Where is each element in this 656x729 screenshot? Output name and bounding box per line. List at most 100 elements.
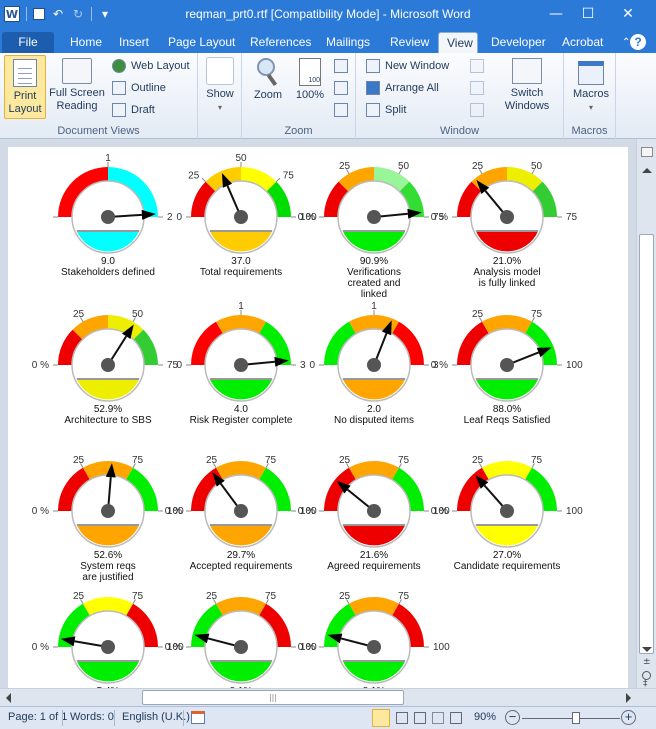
gauge-value: 21.6% [359,550,389,561]
group-zoom: Zoom 100 100% Zoom [242,53,356,139]
gauge: 0 %25751008.1% [298,579,450,688]
print-layout-icon [13,59,37,87]
gauge: 0 %25751008.1% [165,579,317,688]
maximize-button[interactable]: ☐ [568,0,608,29]
gauge-label: Total requirements [199,267,283,278]
gauge-tick-label: 75 [531,309,543,320]
print-layout-button[interactable]: Print Layout [4,55,46,119]
zoom-button[interactable]: Zoom [250,58,286,102]
tab-review[interactable]: Review [382,32,437,53]
arrange-all-button[interactable]: Arrange All [366,79,439,97]
print-layout-view-icon[interactable] [372,709,390,727]
tab-home[interactable]: Home [62,32,110,53]
show-label: Show [206,88,234,100]
full-screen-view-icon[interactable] [396,712,408,724]
full-screen-reading-label: Full Screen Reading [49,87,105,112]
gauge-value: 90.9% [359,256,389,267]
two-pages-icon [334,81,348,95]
zoom-100-button[interactable]: 100 100% [292,58,328,102]
horizontal-scroll-thumb[interactable]: ||| [142,690,404,705]
zoom-out-button[interactable]: − [505,710,520,725]
view-side-by-side-button[interactable] [470,57,484,75]
gauge-tick [201,177,206,182]
vertical-scroll-thumb[interactable] [639,234,654,654]
tab-file[interactable]: File [2,32,54,53]
gauge-label: Leaf Reqs Satisfied [463,415,551,426]
show-button[interactable]: Show ▾ [204,57,236,114]
ruler-toggle-icon[interactable] [641,147,653,157]
tab-references[interactable]: References [242,32,319,53]
help-icon[interactable]: ? [630,34,646,50]
gauge-tick-label: 75 [132,591,144,602]
reset-window-position-button[interactable] [470,101,484,119]
new-window-button[interactable]: New Window [366,57,449,75]
gauge-chart: 12 [53,153,173,254]
gauge-label: Verifications created and linked [347,267,401,300]
gauge-tick-label: 100 [433,642,450,653]
web-layout-button[interactable]: Web Layout [112,57,190,75]
gauge-hub [101,640,115,654]
gauge-hub [500,210,514,224]
gauge-chart: 0 %25 75100 [32,591,184,684]
macros-button[interactable]: Macros ▾ [570,61,612,114]
web-layout-view-icon[interactable] [414,712,426,724]
draft-button[interactable]: Draft [112,101,155,119]
magnifier-icon [257,58,279,87]
group-label: Document Views [57,125,140,137]
gauge: 0 25 50 75 100 37.0 Total requirements [171,149,317,299]
gauge-tick-label: 0 % [165,642,182,653]
gauge-hub [101,358,115,372]
scroll-down-arrow-icon[interactable] [642,647,652,652]
gauge: 0 % 25 50 75 90.9% Verifications created and … [298,149,445,300]
gauge-chart: 0 %25 75100 [165,591,317,684]
page-width-button[interactable] [334,101,348,119]
draft-view-icon[interactable] [450,712,462,724]
gauge-value: 9.0 [101,256,115,267]
two-pages-button[interactable] [334,79,348,97]
outline-button[interactable]: Outline [112,79,166,97]
word-count[interactable]: Words: 0 [70,711,114,723]
gauge-tick-label: 1 [371,301,377,312]
gauge-tick-label: 50 [132,309,144,320]
scroll-left-arrow-icon[interactable] [6,693,11,703]
previous-page-icon[interactable]: ± [643,657,651,667]
gauge-tick-label: 0 [176,360,182,371]
gauge-tick-label: 25 [188,170,200,181]
gauge: 1 2 9.0 Stakeholders defined [38,149,178,299]
one-page-button[interactable] [334,57,348,75]
tab-insert[interactable]: Insert [111,32,157,53]
outline-view-icon[interactable] [432,712,444,724]
switch-windows-button[interactable]: Switch Windows [496,58,558,113]
vertical-scrollbar[interactable]: ± ‡ [636,139,656,689]
macro-recording-icon[interactable] [191,711,205,724]
arrange-all-label: Arrange All [385,82,439,94]
tab-page-layout[interactable]: Page Layout [160,32,243,53]
scroll-right-arrow-icon[interactable] [626,693,631,703]
document-page[interactable]: 1 2 9.0 Stakeholders defined 0 25 50 75 100 37.0 T… [8,147,628,688]
zoom-in-button[interactable]: + [621,710,636,725]
zoom-level[interactable]: 90% [474,711,496,723]
scroll-up-arrow-icon[interactable] [642,168,652,173]
tab-developer[interactable]: Developer [483,32,554,53]
zoom-slider-thumb[interactable] [571,712,580,724]
close-button[interactable]: ✕ [608,0,648,29]
full-screen-reading-button[interactable]: Full Screen Reading [48,58,106,113]
gauge-label: Stakeholders defined [61,267,155,278]
gauge-hub [234,210,248,224]
gauge-status-fill [475,231,539,252]
gauge-tick-label: 25 [339,591,351,602]
tab-view[interactable]: View [438,32,478,53]
tab-mailings[interactable]: Mailings [318,32,378,53]
gauge-tick-label: 0 % [32,642,49,653]
gauge-chart: 013 [176,301,306,402]
gauge-status-fill [76,231,140,252]
language[interactable]: English (U.K.) [122,711,190,723]
split-button[interactable]: Split [366,101,406,119]
gauge-hub [234,504,248,518]
ribbon-tabs: File Home Insert Page Layout References … [0,29,656,53]
tab-acrobat[interactable]: Acrobat [554,32,611,53]
horizontal-scrollbar[interactable]: ||| [0,688,656,706]
gauge: 0 % 25 75 100 27.0% Candidate requirements [431,443,583,593]
page-count[interactable]: Page: 1 of 1 [8,711,67,723]
sync-scrolling-button[interactable] [470,79,484,97]
